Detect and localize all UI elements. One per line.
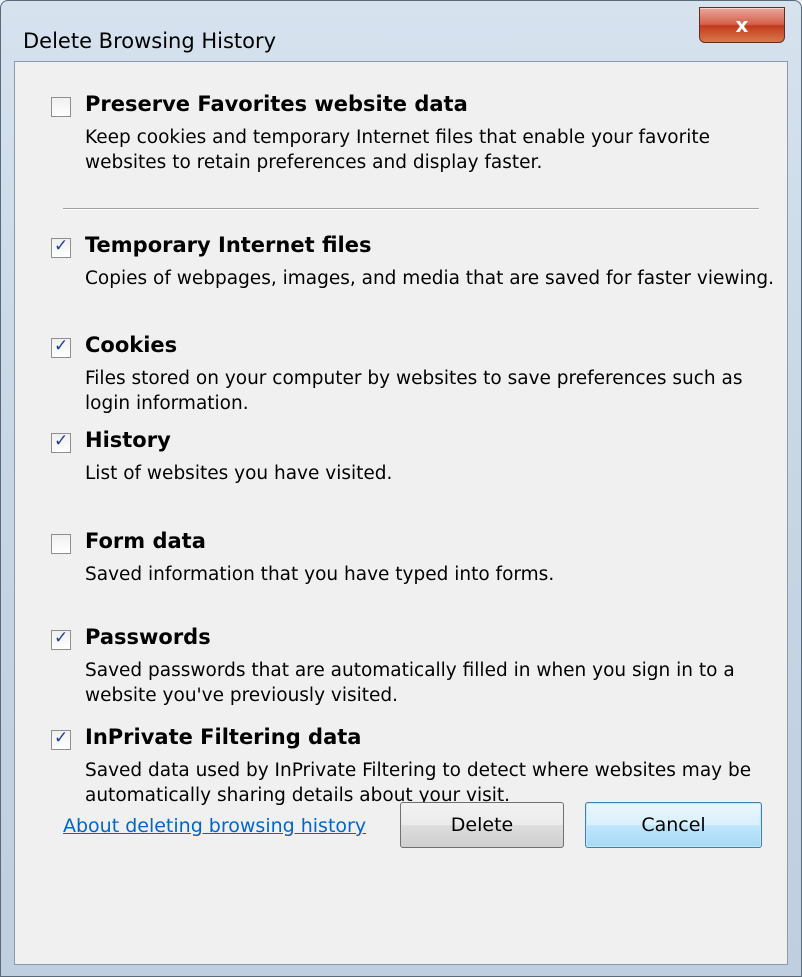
history-description: List of websites you have visited. [85,463,393,484]
passwords-description: Saved passwords that are automatically f… [85,660,735,706]
cancel-button[interactable]: Cancel [585,802,762,848]
passwords-label[interactable]: Passwords [85,625,211,649]
cookies-label[interactable]: Cookies [85,333,177,357]
window-title: Delete Browsing History [23,29,277,53]
preserve-favorites-checkbox[interactable] [51,97,71,117]
preserve-favorites-label[interactable]: Preserve Favorites website data [85,92,468,116]
about-deleting-browsing-history-link[interactable]: About deleting browsing history [63,815,366,837]
form-data-label[interactable]: Form data [85,529,206,553]
inprivate-filtering-data-checkbox[interactable] [51,728,71,750]
passwords-checkbox[interactable] [51,628,71,650]
history-checkbox[interactable] [51,431,71,453]
preserve-favorites-description: Keep cookies and temporary Internet file… [85,127,710,173]
history-label[interactable]: History [85,428,171,452]
form-data-checkbox[interactable] [51,534,71,554]
temporary-internet-files-label[interactable]: Temporary Internet files [85,233,371,257]
close-icon: x [735,13,749,37]
delete-button[interactable]: Delete [400,802,564,848]
cookies-description: Files stored on your computer by website… [85,368,743,414]
inprivate-filtering-data-label[interactable]: InPrivate Filtering data [85,725,361,749]
temporary-internet-files-description: Copies of webpages, images, and media th… [85,268,774,289]
dialog-window: Delete Browsing History x Preserve Favor… [0,0,802,977]
cookies-checkbox[interactable] [51,336,71,358]
close-button[interactable]: x [699,7,785,43]
temporary-internet-files-checkbox[interactable] [51,236,71,258]
inprivate-filtering-data-description: Saved data used by InPrivate Filtering t… [85,760,752,806]
dialog-client-area: Preserve Favorites website data Keep coo… [14,61,788,965]
form-data-description: Saved information that you have typed in… [85,564,555,585]
separator-line [63,208,759,210]
